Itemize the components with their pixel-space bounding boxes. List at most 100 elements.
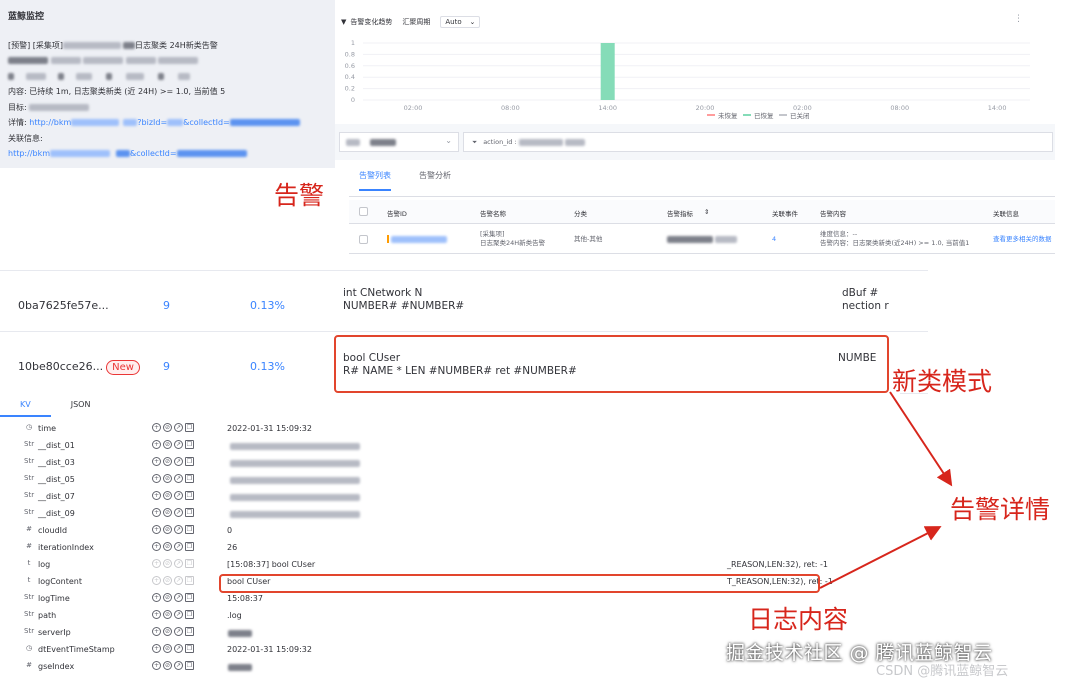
copy-icon[interactable]: ❐ — [185, 644, 194, 653]
copy-icon[interactable]: ❐ — [185, 525, 194, 534]
add-filter-icon[interactable]: + — [152, 661, 161, 670]
collapse-caret-icon[interactable]: ▼ — [341, 18, 346, 26]
period-select[interactable]: Auto ⌄ — [440, 16, 481, 28]
copy-icon[interactable]: ❐ — [185, 593, 194, 602]
business-select[interactable]: ⌄ — [339, 132, 459, 152]
search-icon[interactable]: ↗ — [174, 508, 183, 517]
copy-icon[interactable]: ❐ — [185, 559, 194, 568]
add-filter-icon[interactable]: + — [152, 627, 161, 636]
add-filter-icon[interactable]: + — [152, 423, 161, 432]
kv-row[interactable]: # iterationIndex + ⊘ ↗ ❐ 26 — [0, 540, 900, 557]
search-icon[interactable]: ↗ — [174, 474, 183, 483]
copy-icon[interactable]: ❐ — [185, 661, 194, 670]
new-badge: New — [106, 360, 140, 375]
add-filter-icon[interactable]: + — [152, 610, 161, 619]
annotation-new-pattern: 新类模式 — [892, 367, 993, 396]
pattern-count[interactable]: 9 — [163, 299, 170, 312]
copy-icon[interactable]: ❐ — [185, 491, 194, 500]
exclude-filter-icon[interactable]: ⊘ — [163, 576, 172, 585]
search-icon[interactable]: ↗ — [174, 576, 183, 585]
tab-kv[interactable]: KV — [0, 393, 51, 417]
copy-icon[interactable]: ❐ — [185, 440, 194, 449]
kv-row[interactable]: Str __dist_03 + ⊘ ↗ ❐ — [0, 455, 900, 472]
tab-alert-list[interactable]: 告警列表 — [359, 170, 391, 191]
add-filter-icon[interactable]: + — [152, 542, 161, 551]
exclude-filter-icon[interactable]: ⊘ — [163, 474, 172, 483]
add-filter-icon[interactable]: + — [152, 525, 161, 534]
search-icon[interactable]: ↗ — [174, 525, 183, 534]
related-events-count[interactable]: 4 — [772, 235, 776, 244]
y-tick-label: 0 — [351, 96, 355, 104]
sort-icon[interactable]: ⇕ — [704, 208, 709, 216]
exclude-filter-icon[interactable]: ⊘ — [163, 423, 172, 432]
search-icon[interactable]: ↗ — [174, 423, 183, 432]
kv-row[interactable]: ◷ time + ⊘ ↗ ❐ 2022-01-31 15:09:32 — [0, 421, 900, 438]
copy-icon[interactable]: ❐ — [185, 423, 194, 432]
tab-alert-analysis[interactable]: 告警分析 — [419, 170, 451, 191]
copy-icon[interactable]: ❐ — [185, 457, 194, 466]
more-icon[interactable]: ⋮ — [1014, 14, 1023, 24]
add-filter-icon[interactable]: + — [152, 644, 161, 653]
search-icon[interactable]: ↗ — [174, 661, 183, 670]
pattern-percent: 0.13% — [250, 360, 285, 373]
trend-title: 告警变化趋势 — [350, 18, 393, 26]
add-filter-icon[interactable]: + — [152, 457, 161, 466]
kv-row[interactable]: Str __dist_07 + ⊘ ↗ ❐ — [0, 489, 900, 506]
copy-icon[interactable]: ❐ — [185, 610, 194, 619]
exclude-filter-icon[interactable]: ⊘ — [163, 593, 172, 602]
search-icon[interactable]: ↗ — [174, 440, 183, 449]
search-icon[interactable]: ↗ — [174, 457, 183, 466]
field-actions: + ⊘ ↗ ❐ — [152, 610, 194, 619]
field-type-icon: # — [26, 525, 32, 533]
pattern-count[interactable]: 9 — [163, 360, 170, 373]
search-icon[interactable]: ↗ — [174, 491, 183, 500]
exclude-filter-icon[interactable]: ⊘ — [163, 559, 172, 568]
notification-related-link[interactable]: http://bkm &collectId= — [8, 146, 327, 162]
exclude-filter-icon[interactable]: ⊘ — [163, 457, 172, 466]
add-filter-icon[interactable]: + — [152, 576, 161, 585]
related-info-link[interactable]: 查看更多相关的数据 — [993, 235, 1052, 244]
kv-row[interactable]: # cloudId + ⊘ ↗ ❐ 0 — [0, 523, 900, 540]
add-filter-icon[interactable]: + — [152, 440, 161, 449]
field-actions: + ⊘ ↗ ❐ — [152, 440, 194, 449]
y-tick-label: 1 — [351, 39, 355, 47]
exclude-filter-icon[interactable]: ⊘ — [163, 661, 172, 670]
search-icon[interactable]: ↗ — [174, 627, 183, 636]
table-row[interactable]: 0ba7625fe57e... 9 0.13% int CNetwork N NU… — [0, 270, 928, 332]
search-icon[interactable]: ↗ — [174, 593, 183, 602]
table-row[interactable]: [采集项] 日志聚类24H新类告警 其他-其他 4 维度信息：-- 告警内容：日志聚… — [349, 224, 1055, 254]
kv-row[interactable]: Str __dist_09 + ⊘ ↗ ❐ — [0, 506, 900, 523]
exclude-filter-icon[interactable]: ⊘ — [163, 525, 172, 534]
search-icon[interactable]: ↗ — [174, 542, 183, 551]
copy-icon[interactable]: ❐ — [185, 474, 194, 483]
kv-row[interactable]: Str __dist_05 + ⊘ ↗ ❐ — [0, 472, 900, 489]
copy-icon[interactable]: ❐ — [185, 576, 194, 585]
notification-detail-link[interactable]: http://bkm ?bizId= &collectId= — [29, 118, 300, 127]
copy-icon[interactable]: ❐ — [185, 542, 194, 551]
field-actions: + ⊘ ↗ ❐ — [152, 576, 194, 585]
notification-content: 内容: 已持续 1m, 日志聚类新类 (近 24H) >= 1.0, 当前值 5 — [8, 87, 226, 96]
exclude-filter-icon[interactable]: ⊘ — [163, 644, 172, 653]
add-filter-icon[interactable]: + — [152, 491, 161, 500]
kv-row[interactable]: t log + ⊘ ↗ ❐ [15:08:37] bool CUser _REASON,LEN… — [0, 557, 900, 574]
exclude-filter-icon[interactable]: ⊘ — [163, 440, 172, 449]
search-icon[interactable]: ↗ — [174, 559, 183, 568]
exclude-filter-icon[interactable]: ⊘ — [163, 610, 172, 619]
copy-icon[interactable]: ❐ — [185, 508, 194, 517]
search-icon[interactable]: ↗ — [174, 644, 183, 653]
add-filter-icon[interactable]: + — [152, 559, 161, 568]
exclude-filter-icon[interactable]: ⊘ — [163, 508, 172, 517]
copy-icon[interactable]: ❐ — [185, 627, 194, 636]
query-input[interactable]: ⏷ action_id : — [463, 132, 1053, 152]
select-all-checkbox[interactable] — [359, 207, 368, 216]
add-filter-icon[interactable]: + — [152, 474, 161, 483]
exclude-filter-icon[interactable]: ⊘ — [163, 627, 172, 636]
kv-row[interactable]: Str __dist_01 + ⊘ ↗ ❐ — [0, 438, 900, 455]
add-filter-icon[interactable]: + — [152, 593, 161, 602]
row-checkbox[interactable] — [359, 235, 368, 244]
exclude-filter-icon[interactable]: ⊘ — [163, 491, 172, 500]
add-filter-icon[interactable]: + — [152, 508, 161, 517]
tab-json[interactable]: JSON — [51, 393, 111, 417]
search-icon[interactable]: ↗ — [174, 610, 183, 619]
exclude-filter-icon[interactable]: ⊘ — [163, 542, 172, 551]
